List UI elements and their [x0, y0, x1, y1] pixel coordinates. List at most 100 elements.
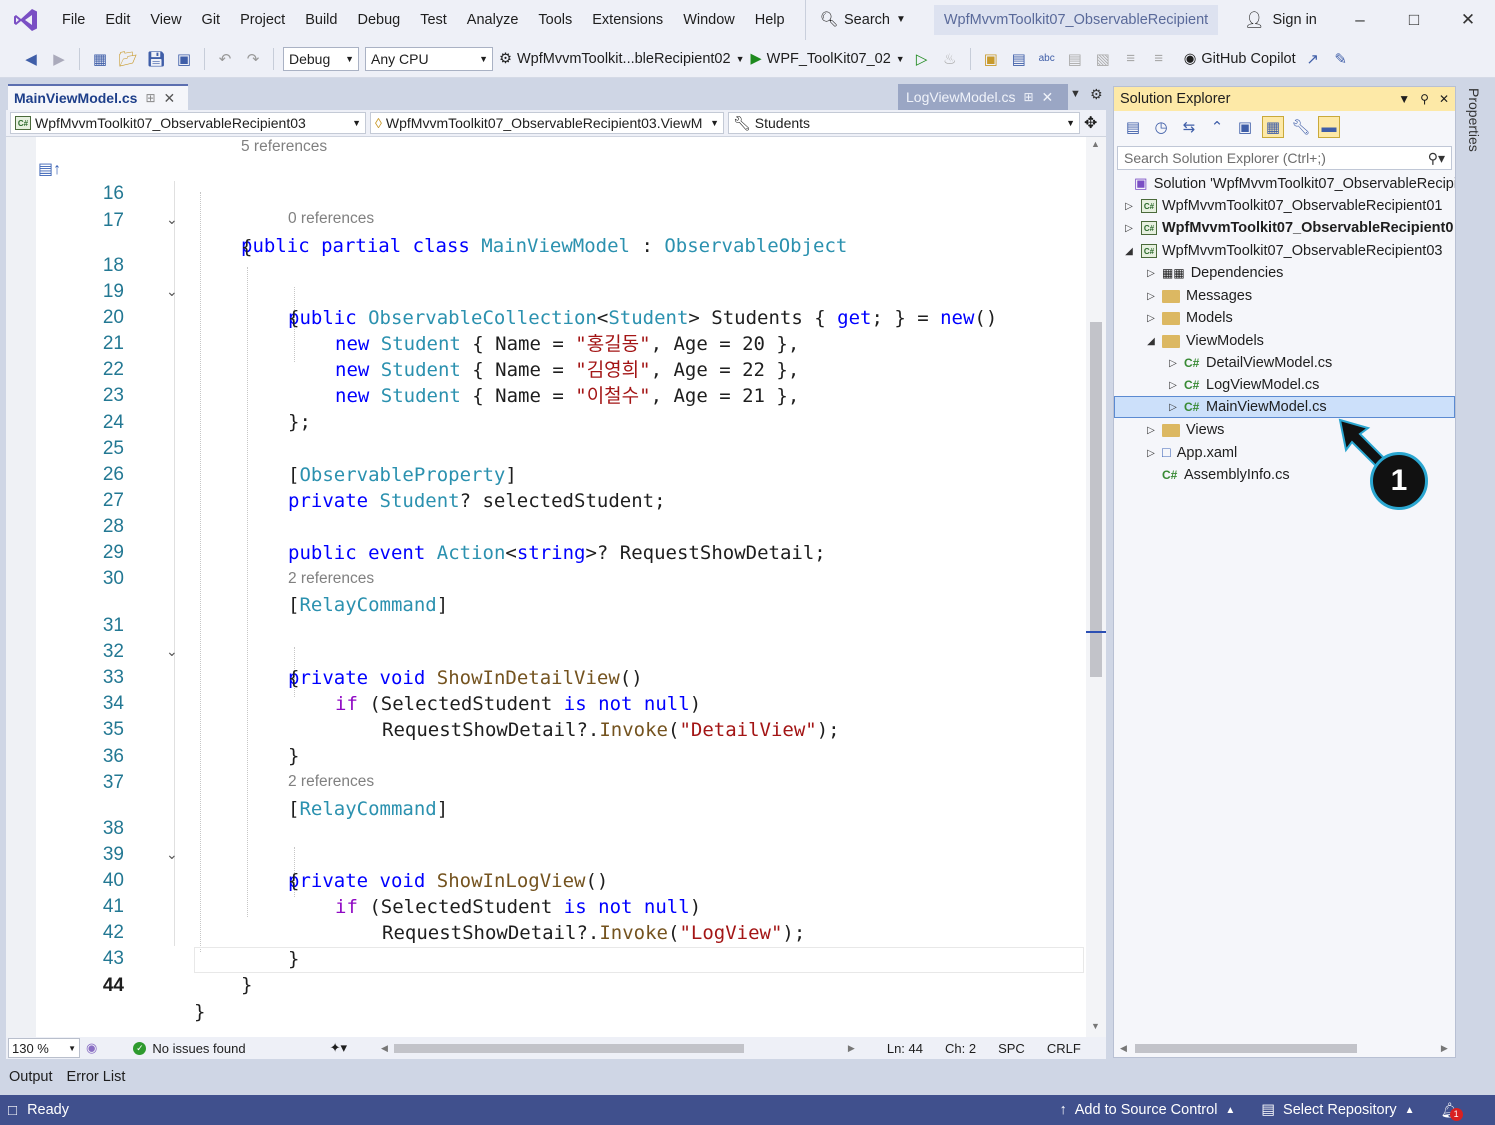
expand-arrow-icon[interactable]: ▷: [1144, 291, 1158, 302]
collapse-arrow-icon[interactable]: ◢: [1144, 336, 1158, 347]
tab-overflow-icon[interactable]: ▼: [1070, 88, 1081, 100]
tab-main-view-model[interactable]: MainViewModel.cs ⊞ ✕: [8, 84, 188, 110]
close-icon[interactable]: ✕: [1042, 89, 1054, 106]
expand-arrow-icon[interactable]: ▷: [1166, 380, 1180, 391]
tree-item-project-startup[interactable]: ▷ C# WpfMvvmToolkit07_ObservableRecipien…: [1114, 217, 1455, 239]
solution-horizontal-scrollbar[interactable]: ◀ ▶: [1114, 1039, 1455, 1057]
menu-debug[interactable]: Debug: [347, 0, 410, 40]
outdent-icon[interactable]: ≡: [1148, 48, 1170, 70]
expand-arrow-icon[interactable]: ▷: [1144, 313, 1158, 324]
scroll-right-icon[interactable]: ▶: [848, 1043, 855, 1054]
tree-item-folder[interactable]: ▷ Models: [1114, 307, 1455, 329]
sync-icon[interactable]: ⇆: [1178, 116, 1200, 138]
tree-item-project[interactable]: ▷ C# WpfMvvmToolkit07_ObservableRecipien…: [1114, 195, 1455, 217]
menu-build[interactable]: Build: [295, 0, 347, 40]
tab-error-list[interactable]: Error List: [67, 1069, 126, 1085]
scroll-right-icon[interactable]: ▶: [1441, 1043, 1448, 1054]
menu-analyze[interactable]: Analyze: [457, 0, 529, 40]
menu-tools[interactable]: Tools: [528, 0, 582, 40]
pin-icon[interactable]: ⚲: [1420, 92, 1429, 106]
horizontal-scrollbar-thumb[interactable]: [393, 1043, 744, 1053]
menu-help[interactable]: Help: [745, 0, 795, 40]
menu-file[interactable]: File: [52, 0, 95, 40]
navigate-back-icon[interactable]: ◀: [20, 48, 42, 70]
add-to-source-control-button[interactable]: ↑ Add to Source Control ▲: [1060, 1102, 1236, 1118]
save-icon[interactable]: 💾︎: [145, 48, 167, 70]
filter-icon[interactable]: ▦: [1262, 116, 1284, 138]
start-without-debugging-icon[interactable]: ▷: [911, 48, 933, 70]
codelens-references[interactable]: 5 references: [241, 137, 327, 157]
properties-wrench-icon[interactable]: 🔧︎: [1290, 116, 1312, 138]
menu-project[interactable]: Project: [230, 0, 295, 40]
new-project-icon[interactable]: ▦: [89, 48, 111, 70]
minimize-button[interactable]: –: [1333, 0, 1387, 40]
expand-arrow-icon[interactable]: ▷: [1166, 358, 1180, 369]
scroll-up-icon[interactable]: ▲: [1091, 139, 1100, 149]
scrollbar-thumb[interactable]: [1134, 1043, 1357, 1053]
member-dropdown[interactable]: 🔧︎ Students ▼: [728, 112, 1080, 134]
tree-item-dependencies[interactable]: ▷ ▦▦ Dependencies: [1114, 262, 1455, 284]
menu-git[interactable]: Git: [192, 0, 231, 40]
pin-icon[interactable]: ⊞: [145, 91, 155, 105]
collapse-arrow-icon[interactable]: ◢: [1122, 246, 1136, 257]
close-icon[interactable]: ✕: [164, 90, 176, 107]
zoom-dropdown[interactable]: 130 % ▼: [8, 1038, 80, 1058]
start-debugging-button[interactable]: ▶ WPF_ToolKit07_02 ▼: [750, 51, 904, 67]
undo-icon[interactable]: ↶: [214, 48, 236, 70]
tree-item-file[interactable]: ▷ C# DetailViewModel.cs: [1114, 352, 1455, 374]
spacing-indicator[interactable]: SPC: [998, 1041, 1025, 1056]
indent-icon[interactable]: ≡: [1120, 48, 1142, 70]
feedback-icon[interactable]: ✎: [1330, 48, 1352, 70]
tree-item-folder[interactable]: ▷ Views: [1114, 419, 1455, 441]
visual-studio-logo-icon[interactable]: [0, 0, 52, 40]
maximize-button[interactable]: □: [1387, 0, 1441, 40]
tab-output[interactable]: Output: [9, 1069, 53, 1085]
compare-icon[interactable]: ▧: [1092, 48, 1114, 70]
github-copilot-button[interactable]: ◉ GitHub Copilot: [1184, 51, 1296, 67]
codelens-references[interactable]: 0 references: [288, 209, 374, 229]
bookmark-icon[interactable]: ▤: [1064, 48, 1086, 70]
expand-arrow-icon[interactable]: ▷: [1166, 402, 1180, 413]
line-indicator[interactable]: Ln: 44: [887, 1041, 923, 1056]
menu-extensions[interactable]: Extensions: [582, 0, 673, 40]
tab-log-view-model[interactable]: LogViewModel.cs ⊞ ✕: [898, 84, 1068, 110]
expand-arrow-icon[interactable]: ▷: [1122, 201, 1136, 212]
solution-folder-icon[interactable]: ▣: [980, 48, 1002, 70]
scroll-left-icon[interactable]: ◀: [381, 1043, 388, 1054]
navigate-forward-icon[interactable]: ▶: [48, 48, 70, 70]
tree-item-solution[interactable]: ▣ Solution 'WpfMvvmToolkit07_ObservableR…: [1114, 173, 1455, 195]
type-dropdown[interactable]: ◊ WpfMvvmToolkit07_ObservableRecipient03…: [370, 112, 724, 134]
share-icon[interactable]: ↗: [1302, 48, 1324, 70]
solution-search-input[interactable]: Search Solution Explorer (Ctrl+;) ⚲▾: [1117, 146, 1452, 170]
project-dropdown[interactable]: C# WpfMvvmToolkit07_ObservableRecipient0…: [10, 112, 366, 134]
preview-icon[interactable]: ▬: [1318, 116, 1340, 138]
collapse-all-icon[interactable]: ⌃: [1206, 116, 1228, 138]
menu-test[interactable]: Test: [410, 0, 457, 40]
codelens-references[interactable]: 2 references: [288, 569, 374, 589]
platform-dropdown[interactable]: Any CPU ▼: [365, 46, 493, 71]
menu-edit[interactable]: Edit: [95, 0, 140, 40]
expand-arrow-icon[interactable]: ▷: [1144, 448, 1158, 459]
line-ending-indicator[interactable]: CRLF: [1047, 1041, 1081, 1056]
code-cleanup-icon[interactable]: ✦▾: [330, 1040, 347, 1056]
pending-changes-icon[interactable]: ◷: [1150, 116, 1172, 138]
redo-icon[interactable]: ↷: [242, 48, 264, 70]
vertical-scrollbar[interactable]: ▲ ▼: [1086, 137, 1106, 1037]
column-indicator[interactable]: Ch: 2: [945, 1041, 976, 1056]
menu-window[interactable]: Window: [673, 0, 745, 40]
show-all-files-icon[interactable]: ▣: [1234, 116, 1256, 138]
code-editor[interactable]: ▤↑ 5 references 0 references 2 reference…: [6, 137, 1106, 1037]
close-window-button[interactable]: ✕: [1441, 0, 1495, 40]
scroll-down-icon[interactable]: ▼: [1091, 1021, 1100, 1031]
save-all-icon[interactable]: ▣: [173, 48, 195, 70]
tree-item-folder[interactable]: ◢ ViewModels: [1114, 330, 1455, 352]
tree-item-folder[interactable]: ▷ Messages: [1114, 285, 1455, 307]
properties-side-tab[interactable]: Properties: [1458, 84, 1495, 1064]
startup-project-dropdown[interactable]: ⚙ WpfMvvmToolkit...bleRecipient02 ▼: [499, 51, 744, 67]
open-folder-icon[interactable]: 📂︎: [117, 48, 139, 70]
settings-gear-icon[interactable]: ⚙: [1090, 86, 1103, 103]
tree-item-project[interactable]: ◢ C# WpfMvvmToolkit07_ObservableRecipien…: [1114, 240, 1455, 262]
sign-in-button[interactable]: 👤︎ Sign in: [1244, 10, 1317, 30]
search-menu[interactable]: 🔍︎ Search ▼: [804, 0, 916, 40]
pin-icon[interactable]: ⊞: [1023, 90, 1033, 104]
